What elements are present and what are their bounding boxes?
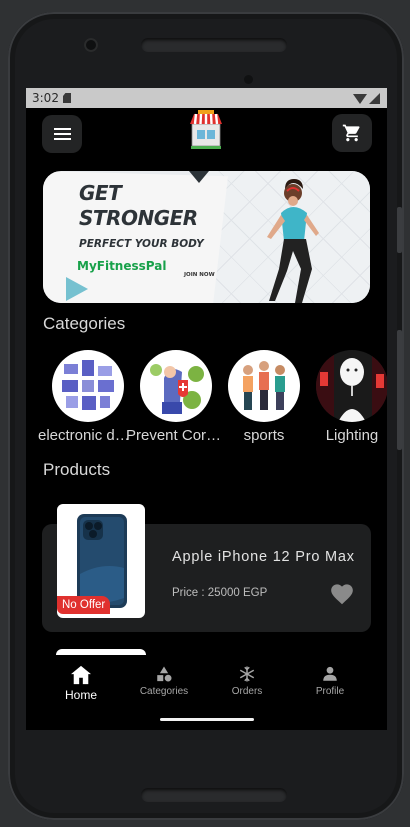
runner-illustration bbox=[267, 179, 319, 303]
home-indicator[interactable] bbox=[160, 718, 254, 721]
status-bar: 3:02 bbox=[26, 88, 387, 108]
favorite-heart-icon[interactable] bbox=[329, 581, 355, 605]
category-image bbox=[52, 350, 124, 422]
category-item-sports[interactable]: sports bbox=[226, 350, 302, 444]
promo-banner[interactable]: GET STRONGER PERFECT YOUR BODY MyFitness… bbox=[43, 171, 370, 303]
offer-badge: No Offer bbox=[57, 596, 111, 614]
nav-orders[interactable]: Orders bbox=[207, 665, 287, 697]
category-image bbox=[228, 350, 300, 422]
product-name[interactable]: Apple iPhone 12 Pro Max bbox=[172, 549, 362, 565]
nav-categories[interactable]: Categories bbox=[124, 665, 204, 697]
status-time: 3:02 bbox=[32, 91, 59, 105]
wifi-icon bbox=[353, 94, 367, 104]
category-label: electronic devices bbox=[38, 427, 138, 444]
category-item-prevent-corona[interactable]: Prevent Corona bbox=[126, 350, 226, 444]
categories-title: Categories bbox=[43, 314, 126, 333]
bottom-speaker bbox=[141, 788, 287, 802]
nav-label: Orders bbox=[231, 686, 263, 697]
category-image bbox=[140, 350, 212, 422]
proximity-sensor bbox=[244, 75, 253, 84]
banner-brand: MyFitnessPal bbox=[77, 259, 167, 273]
category-label: sports bbox=[243, 427, 285, 444]
volume-button[interactable] bbox=[397, 207, 402, 253]
nav-label: Home bbox=[64, 688, 97, 702]
home-icon bbox=[71, 665, 91, 685]
menu-icon bbox=[54, 128, 71, 130]
banner-subline: PERFECT YOUR BODY bbox=[79, 238, 204, 250]
cart-icon bbox=[342, 124, 360, 142]
category-image bbox=[316, 350, 387, 422]
nav-label: Categories bbox=[139, 686, 189, 697]
nav-home[interactable]: Home bbox=[41, 665, 121, 702]
signal-icon bbox=[369, 93, 380, 104]
earpiece-speaker bbox=[141, 38, 287, 52]
cart-button[interactable] bbox=[332, 114, 372, 152]
nav-profile[interactable]: Profile bbox=[290, 665, 370, 697]
category-item-lighting[interactable]: Lighting bbox=[314, 350, 387, 444]
products-title: Products bbox=[43, 460, 111, 479]
nav-label: Profile bbox=[315, 686, 345, 697]
front-camera bbox=[84, 38, 98, 52]
play-decor-icon bbox=[66, 277, 88, 301]
sim-card-icon bbox=[63, 93, 71, 103]
store-logo bbox=[190, 110, 222, 149]
side-button[interactable] bbox=[397, 330, 402, 450]
banner-headline: GET STRONGER bbox=[79, 181, 198, 230]
category-label: Lighting bbox=[325, 427, 379, 444]
category-item-electronic[interactable]: electronic devices bbox=[38, 350, 138, 444]
menu-button[interactable] bbox=[42, 115, 82, 153]
banner-cta[interactable]: JOIN NOW bbox=[184, 272, 215, 278]
product-price: Price : 25000 EGP bbox=[172, 587, 268, 599]
categories-icon bbox=[157, 666, 172, 682]
category-label: Prevent Corona bbox=[126, 427, 226, 444]
orders-icon bbox=[239, 666, 255, 682]
profile-icon bbox=[323, 666, 337, 681]
app-screen: 3:02 GET STRONGER PERFECT YOUR BODY MyFi… bbox=[26, 88, 387, 730]
